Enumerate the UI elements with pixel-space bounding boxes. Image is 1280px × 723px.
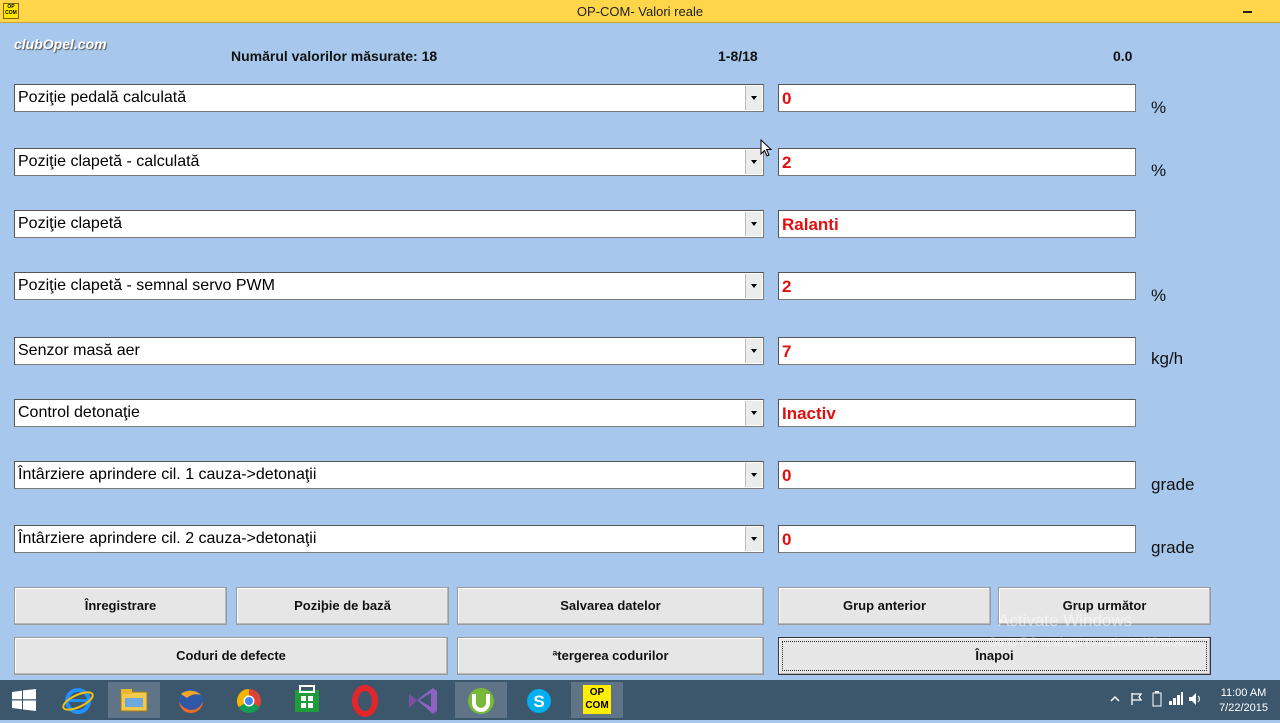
mouse-cursor-icon	[760, 139, 772, 157]
chrome-button[interactable]	[223, 682, 275, 718]
next-group-button[interactable]: Grup următor	[998, 587, 1211, 625]
opera-button[interactable]	[339, 682, 391, 718]
start-button[interactable]	[0, 680, 48, 720]
unit-label-4: %	[1151, 286, 1167, 305]
value-text: 0	[782, 530, 792, 549]
op-com-icon: OP COM	[583, 685, 611, 714]
parameter-select-2[interactable]: Poziţie clapetă - calculată	[14, 148, 764, 176]
visual-studio-icon	[409, 688, 437, 714]
value-text: 2	[782, 153, 792, 172]
internet-explorer-button[interactable]	[52, 682, 104, 718]
value-field-4: 2	[778, 272, 1136, 300]
system-tray: 11:00 AM 7/22/2015	[1100, 680, 1280, 720]
network-icon[interactable]	[1168, 692, 1184, 706]
dropdown-arrow-icon[interactable]	[745, 527, 762, 551]
fault-codes-button[interactable]: Coduri de defecte	[14, 637, 448, 675]
parameter-select-6[interactable]: Control detonaţie	[14, 399, 764, 427]
value-field-3: Ralanti	[778, 210, 1136, 238]
svg-text:S: S	[533, 692, 544, 711]
show-hidden-icons-chevron-icon[interactable]	[1110, 694, 1120, 704]
visual-studio-button[interactable]	[397, 682, 449, 718]
parameter-label: Poziţie pedală calculată	[18, 89, 187, 106]
record-button[interactable]: Înregistrare	[14, 587, 227, 625]
value-text: 7	[782, 342, 792, 361]
file-explorer-icon	[120, 689, 148, 712]
op-com-button[interactable]: OP COM	[571, 682, 623, 718]
unit-label-2: %	[1151, 161, 1167, 180]
dropdown-arrow-icon[interactable]	[745, 463, 762, 487]
parameter-select-3[interactable]: Poziţie clapetă	[14, 210, 764, 238]
value-field-6: Inactiv	[778, 399, 1136, 427]
value-field-8: 0	[778, 525, 1136, 553]
previous-group-button[interactable]: Grup anterior	[778, 587, 991, 625]
clear-codes-button[interactable]: ªtergerea codurilor	[457, 637, 764, 675]
internet-explorer-icon	[62, 688, 94, 714]
unit-label-1: %	[1151, 98, 1167, 117]
value-text: Inactiv	[782, 404, 836, 423]
opera-icon	[352, 685, 378, 717]
clock-date: 7/22/2015	[1219, 702, 1268, 714]
value-field-5: 7	[778, 337, 1136, 365]
parameter-label: Poziţie clapetă - calculată	[18, 153, 200, 170]
value-text: 0	[782, 89, 792, 108]
measured-values-count: Numărul valorilor măsurate: 18	[231, 48, 438, 64]
parameter-select-5[interactable]: Senzor masă aer	[14, 337, 764, 365]
dropdown-arrow-icon[interactable]	[745, 401, 762, 425]
minimize-icon	[1243, 11, 1252, 13]
value-field-7: 0	[778, 461, 1136, 489]
base-position-button[interactable]: Poziþie de bază	[236, 587, 449, 625]
clubopel-logo: clubOpel.com	[14, 36, 107, 52]
volume-icon[interactable]	[1188, 692, 1202, 706]
taskbar: S OP COM 11:00 AM 7/22/2015	[0, 680, 1280, 720]
skype-button[interactable]: S	[513, 682, 565, 718]
time-value: 0.0	[1113, 48, 1133, 64]
parameter-select-4[interactable]: Poziţie clapetă - semnal servo PWM	[14, 272, 764, 300]
page-range: 1-8/18	[718, 48, 758, 64]
parameter-label: Poziţie clapetă - semnal servo PWM	[18, 277, 275, 294]
window-title: OP-COM- Valori reale	[576, 4, 704, 19]
chrome-icon	[236, 689, 261, 714]
back-button[interactable]: Înapoi	[778, 637, 1211, 675]
save-data-button[interactable]: Salvarea datelor	[457, 587, 764, 625]
skype-icon: S	[527, 689, 551, 713]
utorrent-icon	[468, 688, 494, 714]
store-icon	[295, 685, 319, 712]
dropdown-arrow-icon[interactable]	[745, 339, 762, 363]
parameter-label: Întârziere aprindere cil. 2 cauza->deton…	[18, 530, 317, 547]
store-button[interactable]	[281, 682, 333, 718]
value-text: Ralanti	[782, 215, 839, 234]
title-bar: OP COM OP-COM- Valori reale	[0, 0, 1280, 23]
unit-label-7: grade	[1151, 475, 1195, 494]
value-text: 2	[782, 277, 792, 296]
value-field-1: 0	[778, 84, 1136, 112]
dropdown-arrow-icon[interactable]	[745, 212, 762, 236]
minimize-button[interactable]	[1236, 2, 1260, 18]
utorrent-button[interactable]	[455, 682, 507, 718]
clock-time: 11:00 AM	[1220, 687, 1267, 699]
value-text: 0	[782, 466, 792, 485]
parameter-label: Poziţie clapetă	[18, 215, 123, 232]
parameter-label: Senzor masă aer	[18, 342, 140, 359]
dropdown-arrow-icon[interactable]	[745, 274, 762, 298]
main-window: clubOpel.com Numărul valorilor măsurate:…	[0, 23, 1280, 680]
parameter-label: Control detonaţie	[18, 404, 140, 421]
unit-label-8: grade	[1151, 538, 1195, 557]
file-explorer-button[interactable]	[108, 682, 160, 718]
clock[interactable]: 11:00 AM 7/22/2015	[1219, 686, 1268, 716]
parameter-select-1[interactable]: Poziţie pedală calculată	[14, 84, 764, 112]
action-center-flag-icon[interactable]	[1130, 692, 1144, 706]
battery-icon[interactable]	[1152, 691, 1162, 707]
dropdown-arrow-icon[interactable]	[745, 86, 762, 110]
firefox-icon	[179, 689, 203, 713]
parameter-select-7[interactable]: Întârziere aprindere cil. 1 cauza->deton…	[14, 461, 764, 489]
parameter-label: Întârziere aprindere cil. 1 cauza->deton…	[18, 466, 317, 483]
unit-label-5: kg/h	[1151, 349, 1184, 368]
value-field-2: 2	[778, 148, 1136, 176]
parameter-select-8[interactable]: Întârziere aprindere cil. 2 cauza->deton…	[14, 525, 764, 553]
firefox-button[interactable]	[165, 682, 217, 718]
windows-logo-icon	[12, 689, 36, 711]
